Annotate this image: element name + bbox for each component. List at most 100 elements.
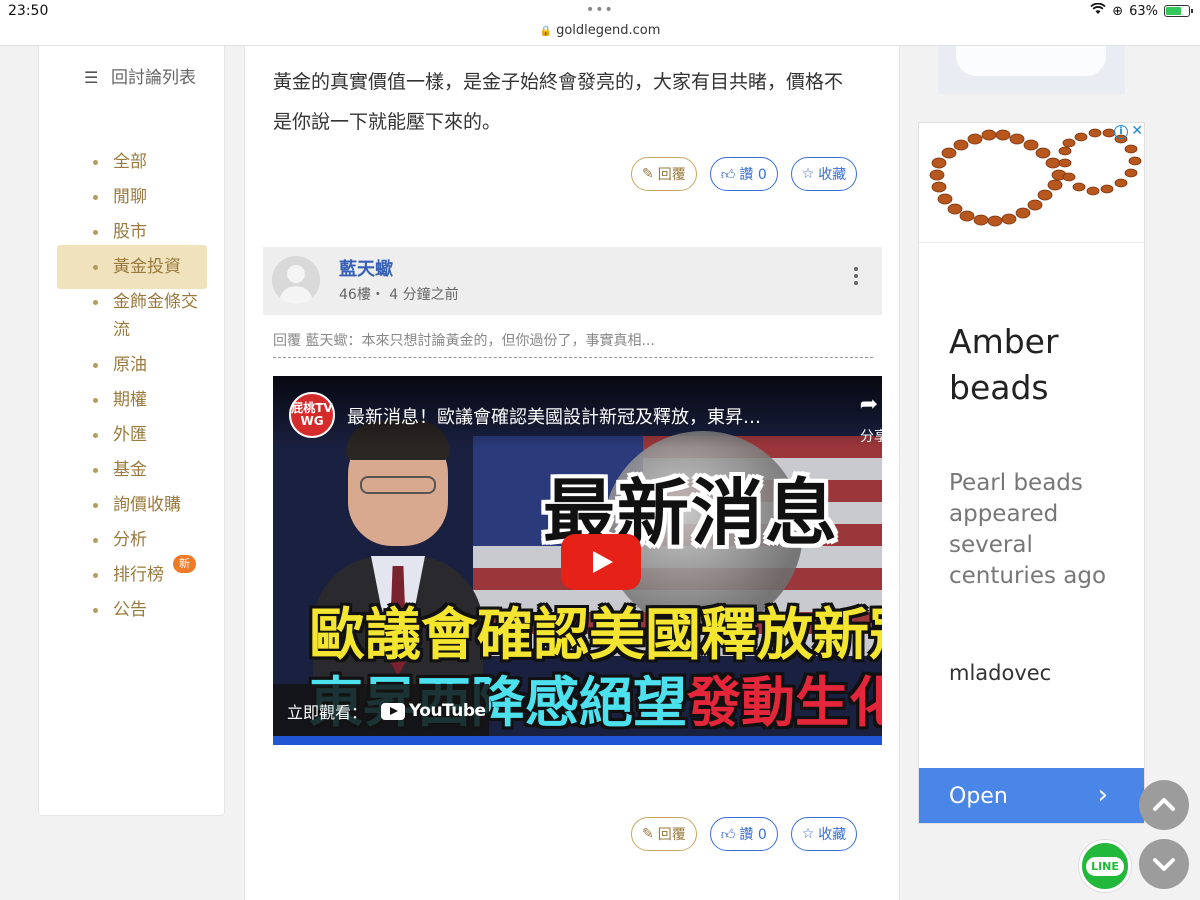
youtube-logo: YouTube: [381, 701, 486, 721]
reply-label: 回覆: [657, 827, 686, 843]
thumbs-up-icon: 👍︎: [720, 826, 736, 843]
bullet-icon: [93, 265, 98, 270]
nav-item-label: 期權: [113, 390, 147, 410]
url-text: goldlegend.com: [556, 23, 661, 38]
like-label: 讚 0: [739, 827, 767, 843]
post-meta: 46樓・ 4 分鐘之前: [339, 287, 459, 303]
chevron-up-icon: [1153, 798, 1175, 811]
ad-open-label: Open: [949, 784, 1008, 809]
more-dots-icon[interactable]: •••: [586, 2, 614, 18]
share-icon[interactable]: ➦: [860, 392, 878, 417]
nav-item-announcements[interactable]: 公告: [57, 588, 207, 632]
rotation-lock-icon: ⊕: [1112, 3, 1124, 19]
youtube-icon: [381, 702, 406, 720]
previous-post-body: 黃金的真實價值一樣，是金子始終會發亮的，大家有目共睹，價格不 是你說一下就能壓下…: [273, 46, 873, 142]
nav-item-label: 原油: [113, 355, 147, 375]
bullet-icon: [93, 160, 98, 165]
scroll-down-button[interactable]: [1139, 839, 1189, 889]
play-button[interactable]: [561, 534, 641, 590]
ad-close-icon[interactable]: ✕: [1131, 123, 1143, 139]
post-actions: ✎ 回覆 👍︎ 讚 0 ☆ 收藏: [631, 157, 858, 191]
favorite-button[interactable]: ☆ 收藏: [790, 817, 858, 851]
ad-headline[interactable]: Amber beads: [949, 319, 1129, 411]
battery-icon: [1164, 5, 1193, 17]
ad-advertiser[interactable]: mladovec: [949, 661, 1051, 685]
advertisement[interactable]: i ✕ Amber beads Pearl beads appeared sev…: [918, 122, 1145, 824]
bullet-icon: [93, 468, 98, 473]
bullet-icon: [93, 573, 98, 578]
bullet-icon: [93, 398, 98, 403]
category-nav: 全部 閒聊 股市 黃金投資 金飾金條交流 原油 期權 外匯 基金 詢價收購 分析…: [57, 140, 207, 623]
line-label: LINE: [1086, 856, 1124, 876]
lock-icon: 🔒: [539, 26, 553, 37]
reply-quote[interactable]: 回覆 藍天蠍：本來只想討論黃金的，但你過份了，事實真相...: [273, 330, 873, 358]
address-bar[interactable]: 🔒 goldlegend.com: [0, 23, 1200, 38]
more-options-icon[interactable]: [854, 267, 860, 288]
nav-item-label: 全部: [113, 152, 147, 172]
youtube-embed[interactable]: 最新消息 歐議會確認美國釋放新冠 東昇西降感絕望發動生化戰 屁桃TV WG 最新…: [273, 376, 882, 745]
amber-necklace-image: i ✕: [919, 123, 1144, 243]
author-name[interactable]: 藍天蠍: [339, 255, 393, 281]
nav-item-label: 分析: [113, 530, 147, 550]
back-to-list-label: 回討論列表: [111, 68, 196, 88]
pencil-icon: ✎: [642, 166, 654, 182]
bullet-icon: [93, 230, 98, 235]
nav-item-label: 黃金投資: [113, 257, 181, 277]
system-indicators: ⊕ 63%: [1090, 2, 1193, 19]
battery-percent: 63%: [1129, 3, 1158, 19]
watch-on-label: 立即觀看：: [287, 703, 368, 722]
favorite-label: 收藏: [818, 167, 847, 183]
thumbs-up-icon: 👍︎: [720, 166, 736, 183]
avatar[interactable]: [272, 256, 320, 304]
headline-red-text: 發動生化戰: [687, 671, 882, 734]
post-text-line: 黃金的真實價值一樣，是金子始終會發亮的，大家有目共睹，價格不: [273, 71, 844, 93]
reply-header: 藍天蠍 46樓・ 4 分鐘之前: [263, 247, 882, 315]
reply-button[interactable]: ✎ 回覆: [631, 817, 697, 851]
favorite-label: 收藏: [818, 827, 847, 843]
ad-description: Pearl beads appeared several centuries a…: [949, 470, 1107, 589]
reply-button[interactable]: ✎ 回覆: [631, 157, 697, 191]
bullet-icon: [93, 608, 98, 613]
bullet-icon: [93, 503, 98, 508]
bullet-icon: [93, 538, 98, 543]
scroll-up-button[interactable]: [1139, 780, 1189, 830]
new-badge: 新: [173, 555, 196, 573]
nav-item-label: 閒聊: [113, 187, 147, 207]
top-ad-fragment[interactable]: [938, 46, 1125, 94]
pencil-icon: ✎: [642, 826, 654, 842]
star-icon: ☆: [801, 826, 815, 842]
back-to-list-link[interactable]: ☰ 回討論列表: [57, 64, 217, 92]
clock: 23:50: [8, 3, 49, 19]
channel-logo[interactable]: 屁桃TV WG: [289, 392, 335, 438]
line-share-button[interactable]: LINE: [1079, 840, 1131, 892]
list-icon: ☰: [84, 68, 99, 87]
chevron-down-icon: [1153, 858, 1175, 871]
reply-post-actions: ✎ 回覆 👍︎ 讚 0 ☆ 收藏: [631, 817, 858, 851]
nav-item-label: 詢價收購: [113, 495, 181, 515]
clipped-text-line: [273, 46, 873, 62]
bullet-icon: [93, 433, 98, 438]
youtube-wordmark: YouTube: [409, 701, 486, 721]
ad-open-button[interactable]: Open ›: [919, 768, 1144, 823]
video-border: [273, 736, 882, 745]
post-text-line: 是你說一下就能壓下來的。: [273, 111, 502, 133]
nav-item-label: 排行榜: [113, 565, 164, 585]
like-button[interactable]: 👍︎ 讚 0: [709, 157, 778, 191]
nav-item-label: 股市: [113, 222, 147, 242]
nav-item-jewelry-exchange[interactable]: 金飾金條交流: [57, 280, 207, 352]
video-title[interactable]: 最新消息！歐議會確認美國設計新冠及釋放，東昇…: [347, 403, 761, 429]
like-label: 讚 0: [739, 167, 767, 183]
nav-item-label: 金飾金條交流: [113, 292, 198, 340]
bullet-icon: [93, 300, 98, 305]
bullet-icon: [93, 195, 98, 200]
share-label[interactable]: 分享: [860, 426, 882, 446]
browser-status-bar: 23:50 ••• 🔒 goldlegend.com ⊕ 63%: [0, 0, 1200, 46]
reply-label: 回覆: [657, 167, 686, 183]
favorite-button[interactable]: ☆ 收藏: [790, 157, 858, 191]
sidebar: ☰ 回討論列表 全部 閒聊 股市 黃金投資 金飾金條交流 原油 期權 外匯 基金 …: [38, 46, 225, 816]
watch-on-youtube[interactable]: 立即觀看： YouTube: [273, 684, 489, 738]
nav-item-label: 基金: [113, 460, 147, 480]
ad-info-icon[interactable]: i: [1114, 125, 1128, 139]
like-button[interactable]: 👍︎ 讚 0: [709, 817, 778, 851]
wifi-icon: [1090, 2, 1106, 19]
